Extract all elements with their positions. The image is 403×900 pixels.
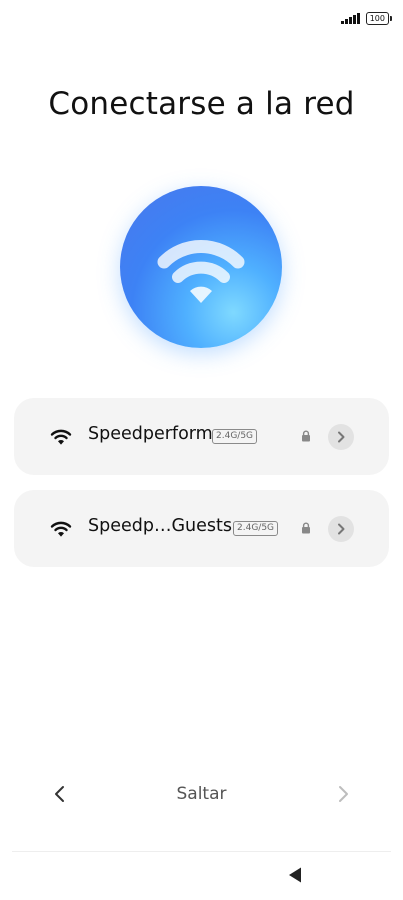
- wifi-icon: [157, 240, 245, 303]
- wifi-setup-screen: 100 Conectarse a la red Speedperform 2.4…: [0, 0, 403, 900]
- band-badge: 2.4G/5G: [212, 429, 258, 444]
- lock-icon: [302, 430, 310, 442]
- network-item-speedperform-guests[interactable]: Speedp…Guests 2.4G/5G: [14, 490, 389, 567]
- status-bar: 100: [341, 8, 393, 28]
- chevron-right-icon: [338, 523, 345, 535]
- battery-level: 100: [369, 13, 385, 23]
- chevron-right-icon: [338, 431, 345, 443]
- network-name: Speedp…Guests: [88, 516, 232, 536]
- battery-icon: 100: [365, 11, 393, 25]
- network-details-button[interactable]: [328, 516, 354, 542]
- system-back-button[interactable]: [287, 866, 303, 884]
- chevron-right-icon: [339, 786, 348, 802]
- network-details-button[interactable]: [328, 424, 354, 450]
- page-title: Conectarse a la red: [48, 86, 355, 122]
- triangle-back-icon: [289, 867, 301, 883]
- network-item-speedperform[interactable]: Speedperform 2.4G/5G: [14, 398, 389, 475]
- lock-icon: [302, 522, 310, 534]
- wifi-full-icon: [50, 521, 72, 537]
- divider: [12, 851, 391, 852]
- wifi-full-icon: [50, 429, 72, 445]
- hero-wifi-graphic: [120, 186, 282, 348]
- next-button[interactable]: [331, 780, 355, 808]
- network-name: Speedperform: [88, 424, 213, 444]
- band-badge: 2.4G/5G: [233, 521, 279, 536]
- cell-signal-icon: [341, 12, 360, 24]
